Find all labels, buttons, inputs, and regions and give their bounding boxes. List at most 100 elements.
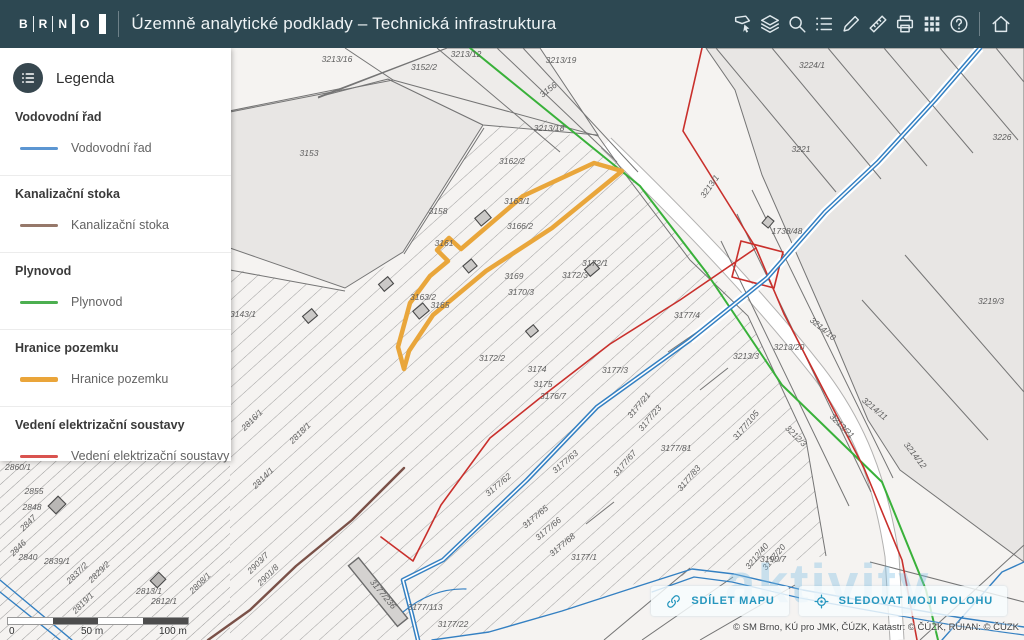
measure-icon[interactable] — [864, 9, 891, 39]
parcel-label: 3221 — [792, 144, 811, 154]
logo-letter: O — [75, 17, 94, 31]
legend-section-hranice: Hranice pozemku Hranice pozemku — [0, 329, 231, 396]
apps-grid-icon[interactable] — [918, 9, 945, 39]
parcel-label: 3213/18 — [534, 123, 565, 133]
parcel-label: 3177/3 — [602, 365, 628, 375]
scale-bar: 0 50 m 100 m — [7, 617, 189, 638]
map-attribution: © SM Brno, KÚ pro JMK, ČÚZK, Katastr: © … — [733, 622, 1019, 633]
parcel-label: 3170/3 — [508, 287, 534, 297]
parcel-label: 3143/1 — [230, 309, 256, 319]
parcel-label: 2855 — [24, 486, 44, 496]
parcel-label: 3213/3 — [733, 351, 759, 361]
parcel-label: 3213/19 — [546, 55, 577, 65]
scale-segment — [53, 618, 98, 624]
draw-icon[interactable] — [837, 9, 864, 39]
parcel-label: 3175 — [534, 379, 553, 389]
locate-me-button[interactable]: SLEDOVAT MOJI POLOHU — [799, 586, 1007, 616]
legend-item: Plynovod — [20, 295, 231, 309]
legend-item-label: Plynovod — [71, 295, 122, 309]
locate-me-label: SLEDOVAT MOJI POLOHU — [839, 595, 993, 607]
search-icon[interactable] — [783, 9, 810, 39]
strip-parcels-southwest — [0, 448, 230, 640]
scale-bar-segments — [7, 617, 189, 625]
legend-item-label: Kanalizační stoka — [71, 218, 169, 232]
legend-section-heading: Vedení elektrizační soustavy — [15, 418, 231, 432]
parcel-label: 3169 — [505, 271, 524, 281]
boundary-line-swatch — [20, 377, 58, 382]
power-line-swatch — [20, 455, 58, 458]
home-icon[interactable] — [987, 9, 1014, 39]
scale-segment — [98, 618, 143, 624]
page-title: Územně analytické podklady – Technická i… — [131, 14, 556, 34]
parcel-label: 3172/2 — [479, 353, 505, 363]
legend-section-heading: Kanalizační stoka — [15, 187, 231, 201]
scale-label-100: 100 m — [159, 626, 187, 637]
toolbar-divider — [979, 12, 980, 36]
map-canvas[interactable]: 3213/163152/23213/123213/193224/13221322… — [0, 48, 1024, 640]
legend-section-plynovod: Plynovod Plynovod — [0, 252, 231, 319]
toolbar — [729, 9, 1014, 39]
legend-list-icon[interactable] — [810, 9, 837, 39]
brno-logo[interactable]: B R N O — [14, 11, 106, 37]
parcel-label: 3213/20 — [774, 342, 805, 352]
parcel-label: 3174 — [528, 364, 547, 374]
legend-item: Hranice pozemku — [20, 372, 231, 386]
scale-segment — [8, 618, 53, 624]
help-icon[interactable] — [945, 9, 972, 39]
parcel-label: 3224/1 — [799, 60, 825, 70]
parcel-label: 3219/3 — [978, 296, 1004, 306]
parcel-label: 3177/4 — [674, 310, 700, 320]
parcel-label: 3162/2 — [499, 156, 525, 166]
area-select-icon[interactable] — [729, 9, 756, 39]
legend-item-label: Vedení elektrizační soustavy — [71, 449, 229, 463]
parcel-label: 3153 — [300, 148, 319, 158]
parcel-label: 3177/113 — [408, 602, 443, 612]
legend-header: Legenda — [0, 48, 231, 99]
parcel-label: 1738/48 — [772, 226, 803, 236]
legend-icon — [13, 63, 43, 93]
legend-section-heading: Vodovodní řad — [15, 110, 231, 124]
scale-label-0: 0 — [9, 626, 15, 637]
parcel-label: 3177/1 — [571, 552, 597, 562]
scale-label-50: 50 m — [81, 626, 103, 637]
parcel-label: 2839/1 — [43, 556, 70, 566]
parcel-label: 2812/1 — [150, 596, 177, 606]
logo-block — [99, 14, 106, 34]
parcel-label: 3172/1 — [582, 258, 608, 268]
parcel-label: 2840 — [18, 552, 38, 562]
parcel-label: 3213/16 — [322, 54, 353, 64]
app-header: B R N O Územně analytické podklady – Tec… — [0, 0, 1024, 48]
parcel-label: 3152/2 — [411, 62, 437, 72]
header-divider — [118, 11, 119, 37]
gas-line-swatch — [20, 301, 58, 304]
legend-item-label: Vodovodní řad — [71, 141, 152, 155]
share-map-label: SDÍLET MAPU — [691, 595, 774, 607]
legend-item-label: Hranice pozemku — [71, 372, 168, 386]
parcel-label: 3177/81 — [661, 443, 692, 453]
parcel-label: 3161 — [435, 238, 454, 248]
parcel-label: 2813/1 — [135, 586, 162, 596]
locate-icon — [813, 593, 830, 610]
legend-section-elektro: Vedení elektrizační soustavy Vedení elek… — [0, 406, 231, 473]
legend-item: Vedení elektrizační soustavy — [20, 449, 231, 463]
parcel-label: 3213/12 — [451, 49, 482, 59]
sewer-line-swatch — [20, 224, 58, 227]
share-map-button[interactable]: SDÍLET MAPU — [651, 586, 788, 616]
legend-section-kanalizace: Kanalizační stoka Kanalizační stoka — [0, 175, 231, 242]
parcel-label: 3177/22 — [438, 619, 469, 629]
legend-item: Vodovodní řad — [20, 141, 231, 155]
logo-letter: B — [14, 17, 33, 31]
legend-title: Legenda — [56, 70, 114, 87]
legend-section-heading: Hranice pozemku — [15, 341, 231, 355]
layers-icon[interactable] — [756, 9, 783, 39]
parcel-label: 3176/7 — [540, 391, 566, 401]
parcel-label: 3163/1 — [504, 196, 530, 206]
map-actions: SDÍLET MAPU SLEDOVAT MOJI POLOHU — [651, 586, 1007, 616]
scale-bar-labels: 0 50 m 100 m — [7, 625, 189, 638]
parcel-label: 2848 — [22, 502, 42, 512]
legend-panel: Legenda Vodovodní řad Vodovodní řad Kana… — [0, 48, 231, 461]
parcel-label: 3172/3 — [562, 270, 588, 280]
share-link-icon — [665, 593, 682, 610]
parcel-label: 3165 — [431, 300, 450, 310]
print-icon[interactable] — [891, 9, 918, 39]
